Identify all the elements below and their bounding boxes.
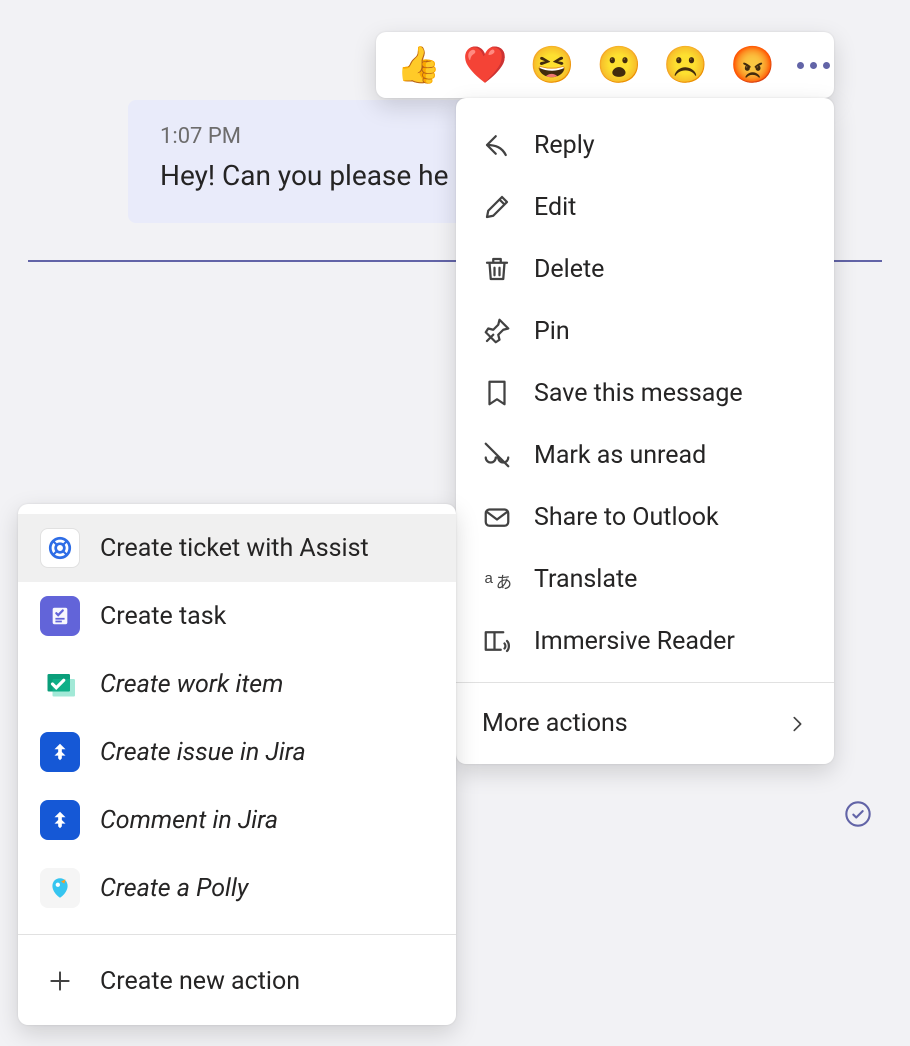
reaction-bar: 👍 ❤️ 😆 😮 ☹️ 😡 [376, 32, 834, 98]
pencil-icon [482, 192, 512, 222]
translate-icon: aあ [482, 564, 512, 594]
plus-icon [40, 961, 80, 1001]
menu-item-label: Reply [534, 131, 808, 160]
menu-item-label: Pin [534, 317, 808, 346]
submenu-item-label: Create ticket with Assist [100, 534, 434, 563]
mail-icon [482, 502, 512, 532]
submenu-item-label: Create new action [100, 967, 434, 996]
svg-text:a: a [485, 570, 494, 587]
boards-app-icon [40, 664, 80, 704]
menu-item-label: Share to Outlook [534, 503, 808, 532]
menu-item-label: Delete [534, 255, 808, 284]
reaction-like[interactable]: 👍 [396, 47, 441, 83]
menu-item-immersive-reader[interactable]: Immersive Reader [456, 610, 834, 672]
menu-item-mark-unread[interactable]: Mark as unread [456, 424, 834, 486]
menu-item-label: Mark as unread [534, 441, 808, 470]
polly-app-icon [40, 868, 80, 908]
trash-icon [482, 254, 512, 284]
reaction-sad[interactable]: ☹️ [663, 47, 708, 83]
menu-item-label: More actions [482, 709, 628, 738]
reaction-heart[interactable]: ❤️ [463, 47, 508, 83]
book-audio-icon [482, 626, 512, 656]
assist-app-icon [40, 528, 80, 568]
submenu-item-assist[interactable]: Create ticket with Assist [18, 514, 456, 582]
jira-app-icon [40, 800, 80, 840]
submenu-item-comment-jira[interactable]: Comment in Jira [18, 786, 456, 854]
menu-item-reply[interactable]: Reply [456, 114, 834, 176]
reaction-laugh[interactable]: 😆 [530, 47, 575, 83]
submenu-item-create-jira-issue[interactable]: Create issue in Jira [18, 718, 456, 786]
menu-item-translate[interactable]: aあ Translate [456, 548, 834, 610]
reaction-surprised[interactable]: 😮 [596, 47, 641, 83]
submenu-item-label: Create issue in Jira [100, 738, 434, 767]
submenu-item-create-task[interactable]: Create task [18, 582, 456, 650]
svg-text:あ: あ [496, 574, 512, 592]
reply-icon [482, 130, 512, 160]
menu-item-label: Save this message [534, 379, 808, 408]
glasses-off-icon [482, 440, 512, 470]
submenu-item-create-new-action[interactable]: Create new action [18, 947, 456, 1015]
menu-item-label: Translate [534, 565, 808, 594]
submenu-item-label: Create work item [100, 670, 434, 699]
chevron-right-icon [786, 713, 808, 735]
message-context-menu: Reply Edit Delete Pin Save this message … [456, 98, 834, 764]
submenu-item-label: Create task [100, 602, 434, 631]
pin-icon [482, 316, 512, 346]
menu-item-pin[interactable]: Pin [456, 300, 834, 362]
menu-item-label: Immersive Reader [534, 627, 808, 656]
menu-item-save[interactable]: Save this message [456, 362, 834, 424]
more-reactions-icon[interactable] [797, 62, 830, 69]
sent-check-icon [844, 800, 872, 828]
reaction-angry[interactable]: 😡 [730, 47, 775, 83]
menu-item-edit[interactable]: Edit [456, 176, 834, 238]
jira-app-icon [40, 732, 80, 772]
submenu-item-label: Comment in Jira [100, 806, 434, 835]
submenu-divider [18, 934, 456, 935]
menu-item-more-actions[interactable]: More actions [456, 683, 834, 764]
submenu-item-create-work-item[interactable]: Create work item [18, 650, 456, 718]
bookmark-icon [482, 378, 512, 408]
submenu-item-create-polly[interactable]: Create a Polly [18, 854, 456, 922]
tasks-app-icon [40, 596, 80, 636]
menu-item-delete[interactable]: Delete [456, 238, 834, 300]
menu-item-label: Edit [534, 193, 808, 222]
menu-item-share-outlook[interactable]: Share to Outlook [456, 486, 834, 548]
more-actions-submenu: Create ticket with Assist Create task Cr… [18, 504, 456, 1025]
submenu-item-label: Create a Polly [100, 874, 434, 903]
